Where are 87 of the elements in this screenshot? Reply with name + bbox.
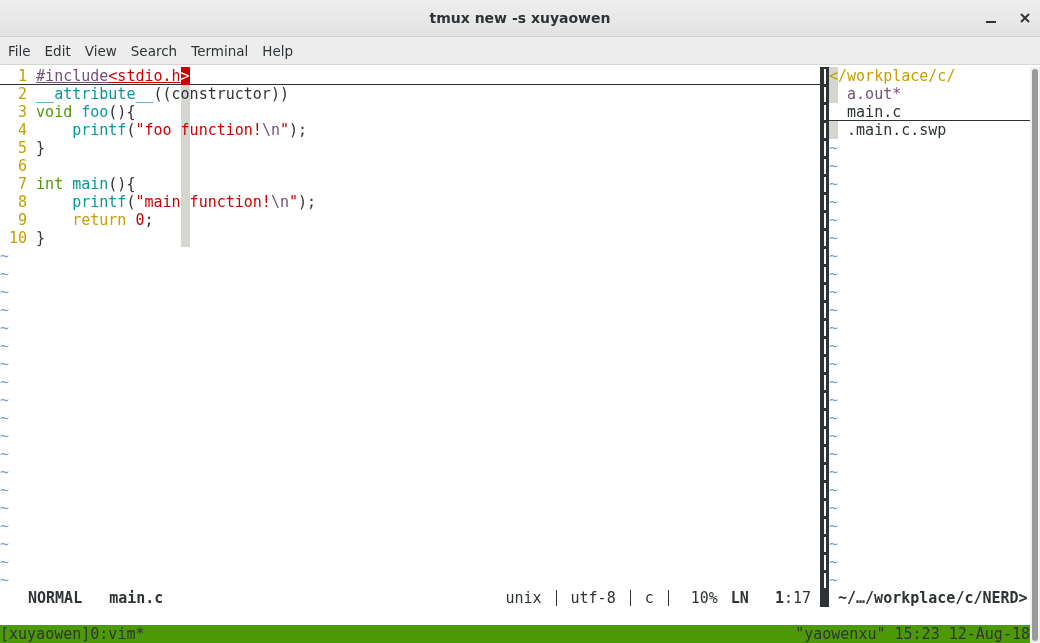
empty-line-marker: ~ <box>829 517 839 535</box>
minimize-icon[interactable] <box>986 20 996 24</box>
empty-line-marker: ~ <box>829 175 839 193</box>
empty-line-marker: ~ <box>0 265 10 283</box>
empty-line-marker: ~ <box>829 319 839 337</box>
menu-item[interactable]: Terminal <box>191 42 257 59</box>
tree-file[interactable]: .main.c.swp <box>829 121 947 139</box>
code-line: int main(){ <box>36 175 136 193</box>
line-number: 6 <box>17 157 29 175</box>
empty-line-marker: ~ <box>0 373 10 391</box>
empty-line-marker: ~ <box>829 355 839 373</box>
empty-line-marker: ~ <box>0 463 10 481</box>
empty-line-marker: ~ <box>0 535 10 553</box>
empty-line-marker: ~ <box>0 517 10 535</box>
empty-line-marker: ~ <box>0 355 10 373</box>
line-number: 5 <box>17 139 29 157</box>
empty-line-marker: ~ <box>829 139 839 157</box>
line-label: LN <box>730 589 749 607</box>
code-line: } <box>36 139 46 157</box>
empty-line-marker: ~ <box>0 301 10 319</box>
line-number: 7 <box>17 175 29 193</box>
code-line: printf("main function!\n"); <box>71 193 317 211</box>
empty-line-marker: ~ <box>829 247 839 265</box>
empty-line-marker: ~ <box>829 409 839 427</box>
empty-line-marker: ~ <box>0 427 10 445</box>
empty-line-marker: ~ <box>0 337 10 355</box>
mode-indicator: NORMAL <box>28 589 83 607</box>
close-icon[interactable] <box>1020 13 1030 23</box>
empty-line-marker: ~ <box>829 463 839 481</box>
line-number: 2 <box>17 85 29 103</box>
empty-line-marker: ~ <box>0 445 10 463</box>
line-number: 10 <box>8 229 29 247</box>
empty-line-marker: ~ <box>0 553 10 571</box>
empty-line-marker: ~ <box>0 283 10 301</box>
file-name: main.c <box>109 589 164 607</box>
tree-file[interactable]: a.out* <box>829 85 902 103</box>
line-number: 8 <box>17 193 29 211</box>
empty-line-marker: ~ <box>0 481 10 499</box>
menu-item[interactable]: Help <box>262 42 302 59</box>
empty-line-marker: ~ <box>829 283 839 301</box>
empty-line-marker: ~ <box>0 499 10 517</box>
line-number: 4 <box>17 121 29 139</box>
code-line: void foo(){ <box>36 103 136 121</box>
line-number: 1 <box>17 67 29 84</box>
menu-item[interactable]: Edit <box>44 42 79 59</box>
scrollbar[interactable] <box>1030 67 1040 643</box>
menu-item[interactable]: View <box>84 42 125 59</box>
empty-line-marker: ~ <box>0 571 10 589</box>
tree-file[interactable]: main.c <box>829 103 902 120</box>
empty-line-marker: ~ <box>829 481 839 499</box>
empty-line-marker: ~ <box>829 571 839 589</box>
empty-line-marker: ~ <box>829 427 839 445</box>
empty-line-marker: ~ <box>829 391 839 409</box>
file-encoding: utf-8 <box>570 589 616 607</box>
menu-item[interactable]: File <box>8 42 39 59</box>
empty-line-marker: ~ <box>0 247 10 265</box>
host-clock: "yaowenxu" 15:23 12-Aug-18 <box>795 625 1030 643</box>
empty-line-marker: ~ <box>829 193 839 211</box>
empty-line-marker: ~ <box>829 229 839 247</box>
empty-line-marker: ~ <box>829 499 839 517</box>
window-title: tmux new -s xuyaowen <box>429 10 611 26</box>
empty-line-marker: ~ <box>0 391 10 409</box>
code-line: __attribute__((constructor)) <box>36 85 289 103</box>
empty-line-marker: ~ <box>829 445 839 463</box>
line-number: 3 <box>17 103 29 121</box>
file-format: unix <box>505 589 542 607</box>
tree-path: ~/…/workplace/c/NERD> <box>838 589 1028 607</box>
empty-line-marker: ~ <box>829 535 839 553</box>
cursor-position: 1:17 <box>774 589 811 607</box>
menu-item[interactable]: Search <box>130 42 186 59</box>
empty-line-marker: ~ <box>829 337 839 355</box>
empty-line-marker: ~ <box>829 157 839 175</box>
empty-line-marker: ~ <box>829 373 839 391</box>
empty-line-marker: ~ <box>0 319 10 337</box>
code-line: } <box>36 229 46 247</box>
code-line: return 0; <box>71 211 154 229</box>
empty-line-marker: ~ <box>0 409 10 427</box>
file-type: c <box>644 589 654 607</box>
code-line: #include<stdio.h> <box>36 67 190 84</box>
empty-line-marker: ~ <box>829 301 839 319</box>
empty-line-marker: ~ <box>829 265 839 283</box>
session-window: [xuyaowen]0:vim* <box>0 625 145 643</box>
line-number: 9 <box>17 211 29 229</box>
code-line: printf("foo function!\n"); <box>71 121 308 139</box>
empty-line-marker: ~ <box>829 553 839 571</box>
scroll-percent: 10% <box>690 589 718 607</box>
empty-line-marker: ~ <box>829 211 839 229</box>
